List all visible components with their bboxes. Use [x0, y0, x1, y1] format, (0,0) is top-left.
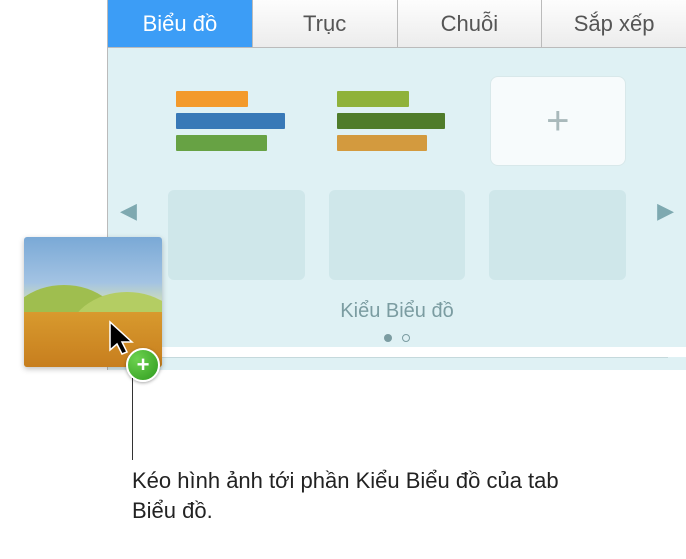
style-drop-slot[interactable] [489, 190, 626, 280]
preset-bar [337, 135, 428, 151]
pager-dot-active[interactable] [384, 334, 392, 342]
section-divider [126, 357, 668, 358]
styles-prev-arrow[interactable]: ◀ [120, 198, 137, 224]
format-panel: Biểu đồ Trục Chuỗi Sắp xếp + ◀ ▶ [107, 0, 686, 370]
style-drop-targets [108, 166, 686, 292]
tab-axis[interactable]: Trục [253, 0, 398, 47]
style-drop-slot[interactable] [329, 190, 466, 280]
styles-pager [108, 329, 686, 347]
tab-chart[interactable]: Biểu đồ [108, 0, 253, 47]
callout-caption: Kéo hình ảnh tới phần Kiểu Biểu đồ của t… [132, 466, 572, 525]
chart-styles-section: + ◀ ▶ Kiểu Biểu đồ [108, 48, 686, 370]
style-drop-slot[interactable] [168, 190, 305, 280]
tab-series[interactable]: Chuỗi [398, 0, 543, 47]
add-chart-style-button[interactable]: + [490, 76, 626, 166]
pager-dot[interactable] [402, 334, 410, 342]
preset-bar [176, 91, 248, 107]
preset-bar [337, 113, 446, 129]
style-presets-row: + [108, 76, 686, 166]
chart-style-preset-2[interactable] [329, 76, 466, 166]
styles-next-arrow[interactable]: ▶ [657, 198, 674, 224]
drag-add-badge-icon: + [126, 348, 160, 382]
preset-bar [176, 113, 285, 129]
preset-bar [337, 91, 409, 107]
tab-arrange[interactable]: Sắp xếp [542, 0, 686, 47]
plus-icon: + [546, 101, 569, 141]
tab-bar: Biểu đồ Trục Chuỗi Sắp xếp [108, 0, 686, 48]
plus-icon: + [137, 354, 150, 376]
chart-style-preset-1[interactable] [168, 76, 305, 166]
chart-styles-label: Kiểu Biểu đồ [108, 300, 686, 323]
preset-bar [176, 135, 267, 151]
callout-line [132, 378, 133, 460]
